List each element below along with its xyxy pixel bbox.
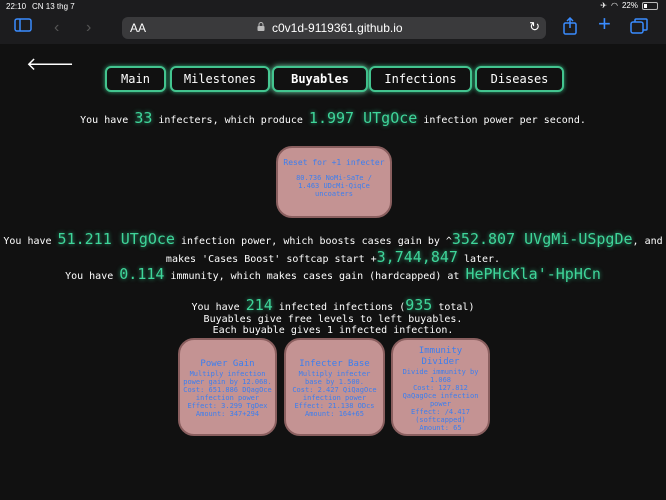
hardcap-value: HePHcKla'-HpHCn bbox=[465, 265, 601, 283]
new-tab-icon[interactable]: + bbox=[598, 13, 611, 35]
infected-count: 214 bbox=[245, 296, 273, 314]
buyables-info-1: Buyables give free levels to left buyabl… bbox=[203, 314, 463, 325]
infection-power-summary: You have 51.211 UTgOce infection power, … bbox=[3, 230, 663, 248]
lock-icon bbox=[257, 22, 265, 31]
forward-nav-icon[interactable]: › bbox=[86, 18, 91, 38]
airplane-icon: ✈ bbox=[600, 1, 607, 10]
tab-buyables[interactable]: Buyables bbox=[272, 66, 368, 92]
battery-icon bbox=[642, 1, 658, 10]
cases-boost-value: 352.807 UVgMi-USpgDe bbox=[451, 230, 633, 248]
immunity-summary: You have 0.114 immunity, which makes cas… bbox=[65, 265, 601, 283]
wifi-icon: ◠ bbox=[611, 1, 618, 10]
url-text: c0v1d-9119361.github.io bbox=[272, 21, 403, 35]
battery-level bbox=[644, 3, 647, 8]
tab-infections[interactable]: Infections bbox=[369, 66, 472, 92]
infected-total: 935 bbox=[405, 296, 433, 314]
infecters-count: 33 bbox=[134, 109, 153, 127]
browser-toolbar: ‹ › AA c0v1d-9119361.github.io ↻ + bbox=[0, 12, 666, 44]
infection-power-value: 51.211 UTgOce bbox=[57, 230, 175, 248]
battery-percent: 22% bbox=[621, 1, 638, 10]
tab-bar: Main Milestones Buyables Infections Dise… bbox=[0, 66, 666, 92]
text-size-button[interactable]: AA bbox=[130, 21, 146, 35]
buyable-immunity-divider[interactable]: Immunity Divider Divide immunity by 1.06… bbox=[391, 338, 490, 436]
address-bar[interactable]: AA c0v1d-9119361.github.io ↻ bbox=[122, 17, 546, 39]
tab-diseases[interactable]: Diseases bbox=[475, 66, 564, 92]
buyable-title: Infecter Base bbox=[299, 359, 370, 369]
sidebar-icon[interactable] bbox=[14, 18, 32, 38]
tab-main[interactable]: Main bbox=[105, 66, 166, 92]
softcap-summary: makes 'Cases Boost' softcap start +3,744… bbox=[165, 248, 501, 266]
clock: 22:10 bbox=[6, 2, 27, 11]
buyables-info-2: Each buyable gives 1 infected infection. bbox=[212, 325, 454, 336]
tab-milestones[interactable]: Milestones bbox=[170, 66, 270, 92]
back-nav-icon[interactable]: ‹ bbox=[54, 18, 59, 38]
date: CN 13 thg 7 bbox=[32, 2, 75, 11]
tabs-overview-icon[interactable] bbox=[630, 18, 648, 40]
infected-summary: You have 214 infected infections (935 to… bbox=[191, 296, 475, 314]
infection-power-rate: 1.997 UTgOce bbox=[308, 109, 418, 127]
reload-icon[interactable]: ↻ bbox=[529, 19, 540, 35]
buyable-infecter-base[interactable]: Infecter Base Multiply infecter base by … bbox=[284, 338, 385, 436]
buyable-title: Immunity Divider bbox=[418, 346, 463, 367]
infecters-summary: You have 33 infecters, which produce 1.9… bbox=[80, 109, 586, 127]
share-icon[interactable] bbox=[563, 16, 577, 41]
status-bar: 22:10 CN 13 thg 7 ✈ ◠ 22% bbox=[0, 0, 666, 12]
buyable-title: Power Gain bbox=[200, 359, 255, 369]
immunity-value: 0.114 bbox=[119, 265, 165, 283]
buyable-power-gain[interactable]: Power Gain Multiply infection power gain… bbox=[178, 338, 277, 436]
reset-infecter-button[interactable]: Reset for +1 infecter 80.736 NoMi-SaTe /… bbox=[276, 146, 392, 218]
status-indicators: ✈ ◠ 22% bbox=[600, 1, 658, 10]
softcap-value: 3,744,847 bbox=[376, 248, 458, 266]
